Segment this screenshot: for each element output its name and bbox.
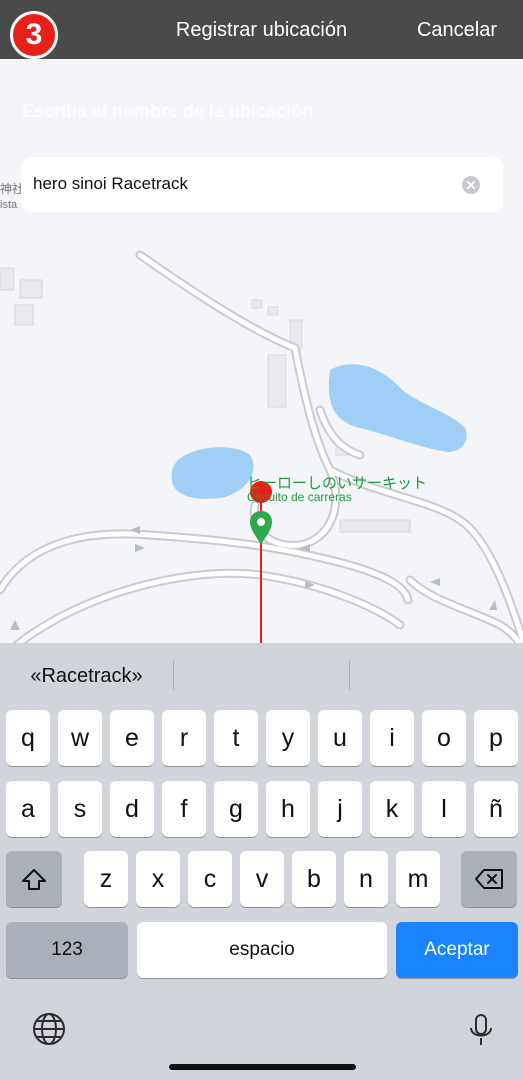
key-j[interactable]: j	[318, 781, 362, 837]
shift-icon	[22, 869, 46, 890]
key-l[interactable]: l	[422, 781, 466, 837]
map-drawing	[0, 250, 523, 660]
key-f[interactable]: f	[162, 781, 206, 837]
numbers-key[interactable]: 123	[6, 922, 128, 978]
key-i[interactable]: i	[370, 710, 414, 766]
key-p[interactable]: p	[474, 710, 518, 766]
direction-arrow	[489, 600, 497, 610]
shift-key[interactable]	[6, 851, 62, 907]
map-label: ista	[0, 199, 18, 211]
suggestion-bar: «Racetrack»	[0, 643, 523, 707]
key-n[interactable]: n	[344, 851, 388, 907]
search-hint: Escriba el nombre de la ubicación	[22, 101, 314, 121]
key-u[interactable]: u	[318, 710, 362, 766]
key-r[interactable]: r	[162, 710, 206, 766]
map-building	[267, 306, 279, 316]
key-q[interactable]: q	[6, 710, 50, 766]
location-search-field[interactable]: hero sinoi Racetrack	[21, 157, 503, 212]
key-n-tilde[interactable]: ñ	[474, 781, 518, 837]
navigation-bar: 3 Registrar ubicación Cancelar	[0, 0, 523, 59]
map-view[interactable]: ヒーローしのいサーキット Circuito de carreras 神社 ist…	[0, 0, 523, 660]
suggestion-divider	[173, 660, 174, 690]
key-d[interactable]: d	[110, 781, 154, 837]
map-building	[19, 279, 43, 299]
lake-left	[171, 447, 254, 499]
key-e[interactable]: e	[110, 710, 154, 766]
lake-right	[328, 364, 467, 452]
map-building	[0, 267, 15, 291]
map-building	[14, 304, 34, 326]
direction-arrow	[135, 544, 145, 552]
key-h[interactable]: h	[266, 781, 310, 837]
search-input[interactable]: hero sinoi Racetrack	[33, 174, 188, 194]
key-s[interactable]: s	[58, 781, 102, 837]
key-c[interactable]: c	[188, 851, 232, 907]
key-x[interactable]: x	[136, 851, 180, 907]
key-o[interactable]: o	[422, 710, 466, 766]
cancel-button[interactable]: Cancelar	[417, 19, 497, 42]
backspace-key[interactable]	[461, 851, 517, 907]
map-building	[339, 519, 411, 533]
key-w[interactable]: w	[58, 710, 102, 766]
key-b[interactable]: b	[292, 851, 336, 907]
suggestion-item[interactable]: «Racetrack»	[0, 665, 173, 688]
direction-arrow	[430, 578, 440, 586]
key-z[interactable]: z	[84, 851, 128, 907]
return-key[interactable]: Aceptar	[396, 922, 518, 978]
globe-icon[interactable]	[31, 1011, 67, 1052]
key-g[interactable]: g	[214, 781, 258, 837]
key-y[interactable]: y	[266, 710, 310, 766]
space-key[interactable]: espacio	[137, 922, 387, 978]
suggestion-divider	[349, 660, 350, 690]
key-m[interactable]: m	[396, 851, 440, 907]
microphone-icon[interactable]	[468, 1013, 494, 1052]
key-k[interactable]: k	[370, 781, 414, 837]
backspace-icon	[475, 869, 503, 889]
keyboard: «Racetrack» q w e r t y u i o p a s d f …	[0, 643, 523, 1080]
key-t[interactable]: t	[214, 710, 258, 766]
map-building	[251, 299, 263, 309]
map-building	[267, 354, 287, 408]
key-v[interactable]: v	[240, 851, 284, 907]
key-a[interactable]: a	[6, 781, 50, 837]
clear-icon[interactable]	[462, 176, 480, 194]
direction-arrow	[10, 620, 20, 630]
home-indicator	[169, 1064, 356, 1070]
place-label-es: Circuito de carreras	[247, 490, 352, 504]
